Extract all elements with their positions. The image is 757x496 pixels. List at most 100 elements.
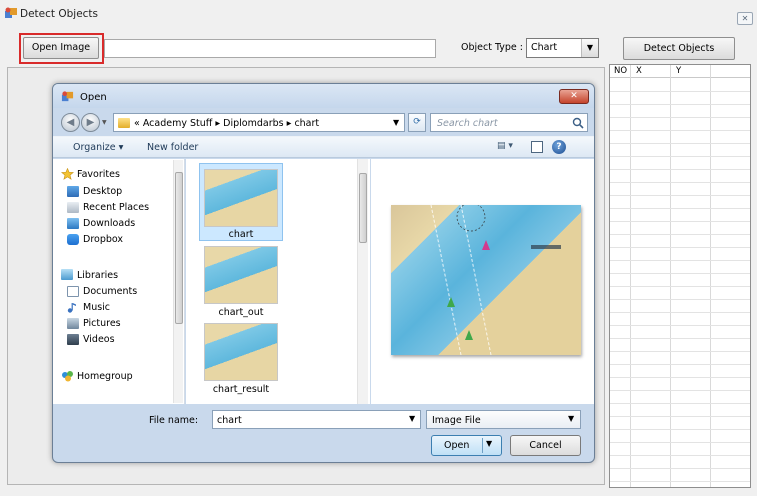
grid-row-line <box>610 91 750 92</box>
pictures-icon <box>67 318 79 329</box>
file-name[interactable]: chart_result <box>199 384 283 395</box>
library-icon <box>61 269 73 280</box>
nav-scrollbar-thumb[interactable] <box>175 172 183 324</box>
breadcrumb-separator-icon[interactable]: ▸ <box>215 118 220 129</box>
object-type-label: Object Type : <box>461 42 524 53</box>
search-input[interactable]: Search chart <box>430 113 588 132</box>
grid-row-line <box>610 273 750 274</box>
chart-preview-image <box>391 202 581 356</box>
history-dropdown-icon[interactable]: ▼ <box>102 119 107 126</box>
cancel-button[interactable]: Cancel <box>510 435 581 456</box>
grid-row-line <box>610 195 750 196</box>
file-name-label: File name: <box>149 415 199 426</box>
chevron-down-icon[interactable]: ▼ <box>486 439 492 448</box>
detect-objects-button[interactable]: Detect Objects <box>623 37 735 60</box>
grid-row-line <box>610 299 750 300</box>
grid-row-line <box>610 455 750 456</box>
nav-favorites[interactable]: Favorites <box>77 169 120 180</box>
file-thumbnail[interactable] <box>204 169 278 227</box>
nav-pictures[interactable]: Pictures <box>83 318 121 329</box>
grid-row-line <box>610 351 750 352</box>
grid-row-line <box>610 377 750 378</box>
grid-col-divider <box>630 65 631 487</box>
desktop-icon <box>67 186 79 197</box>
files-scrollbar-thumb[interactable] <box>359 173 367 243</box>
nav-scrollbar[interactable] <box>173 160 183 403</box>
chart-preview-markings <box>430 202 561 356</box>
open-button[interactable]: Open ▼ <box>431 435 502 456</box>
forward-button[interactable]: ▶ <box>81 113 100 132</box>
breadcrumb-item[interactable]: chart <box>294 118 319 129</box>
recent-icon <box>67 202 79 213</box>
homegroup-icon <box>61 370 74 382</box>
nav-music[interactable]: Music <box>83 302 110 313</box>
grid-header-no: NO <box>614 66 628 76</box>
nav-dropbox[interactable]: Dropbox <box>83 234 123 245</box>
grid-row-line <box>610 117 750 118</box>
file-name[interactable]: chart_out <box>199 307 283 318</box>
grid-row-line <box>610 481 750 482</box>
breadcrumb-separator-icon[interactable]: ▸ <box>287 118 292 129</box>
nav-desktop[interactable]: Desktop <box>83 186 122 197</box>
help-icon[interactable]: ? <box>552 140 566 154</box>
grid-row-line <box>610 390 750 391</box>
back-button[interactable]: ◀ <box>61 113 80 132</box>
grid-header-y: Y <box>676 66 682 76</box>
grid-row-line <box>610 234 750 235</box>
file-name-value: chart <box>217 415 242 426</box>
view-options-icon[interactable]: ▤ ▾ <box>497 141 521 155</box>
grid-row-line <box>610 221 750 222</box>
results-grid[interactable]: NO X Y <box>609 64 751 488</box>
nav-documents[interactable]: Documents <box>83 286 137 297</box>
dialog-close-button[interactable]: ✕ <box>559 89 589 104</box>
app-icon <box>61 91 74 102</box>
grid-col-divider <box>670 65 671 487</box>
app-title: Detect Objects <box>20 8 99 20</box>
search-placeholder: Search chart <box>437 118 498 129</box>
grid-row-line <box>610 182 750 183</box>
grid-row-line <box>610 442 750 443</box>
new-folder-button[interactable]: New folder <box>147 142 198 153</box>
breadcrumb-item[interactable]: Diplomdarbs <box>223 118 283 129</box>
folder-icon <box>118 118 130 128</box>
address-dropdown-icon[interactable]: ▼ <box>393 118 399 127</box>
address-bar[interactable]: « Academy Stuff ▸ Diplomdarbs ▸ chart ▼ <box>113 113 405 132</box>
organize-button[interactable]: Organize ▾ <box>73 142 123 153</box>
grid-row-line <box>610 247 750 248</box>
file-name[interactable]: chart <box>199 229 283 240</box>
refresh-button[interactable]: ⟳ <box>408 113 426 132</box>
breadcrumb-item[interactable]: Academy Stuff <box>143 118 212 129</box>
nav-videos[interactable]: Videos <box>83 334 115 345</box>
file-type-select[interactable]: Image File ▼ <box>426 410 581 429</box>
dialog-toolbar: Organize ▾ New folder ▤ ▾ ? <box>53 136 594 158</box>
nav-recent-places[interactable]: Recent Places <box>83 202 149 213</box>
grid-row-line <box>610 156 750 157</box>
file-list: chart chart_out chart_result <box>186 159 370 404</box>
nav-libraries[interactable]: Libraries <box>77 270 118 281</box>
split-divider <box>482 438 483 453</box>
grid-row-line <box>610 286 750 287</box>
grid-row-line <box>610 364 750 365</box>
nav-downloads[interactable]: Downloads <box>83 218 135 229</box>
grid-header-x: X <box>636 66 642 76</box>
grid-row-line <box>610 260 750 261</box>
object-type-select[interactable]: Chart ▼ <box>526 38 599 58</box>
files-scrollbar[interactable] <box>357 159 368 404</box>
grid-row-line <box>610 312 750 313</box>
open-image-button[interactable]: Open Image <box>23 37 99 59</box>
star-icon <box>61 167 74 180</box>
image-path-field[interactable] <box>104 39 436 58</box>
videos-icon <box>67 334 79 345</box>
nav-homegroup[interactable]: Homegroup <box>77 371 133 382</box>
app-close-button[interactable]: ✕ <box>737 12 753 25</box>
file-thumbnail[interactable] <box>204 323 278 381</box>
grid-row-line <box>610 403 750 404</box>
grid-row-line <box>610 130 750 131</box>
chevron-down-icon[interactable]: ▼ <box>409 414 415 423</box>
preview-pane-icon[interactable] <box>531 141 543 153</box>
file-name-field[interactable]: chart ▼ <box>212 410 421 429</box>
file-thumbnail[interactable] <box>204 246 278 304</box>
music-icon <box>67 302 77 313</box>
grid-header: NO X Y <box>610 65 750 78</box>
open-file-dialog: Open ✕ ◀ ▶ ▼ « Academy Stuff ▸ Diplomdar… <box>52 83 595 463</box>
